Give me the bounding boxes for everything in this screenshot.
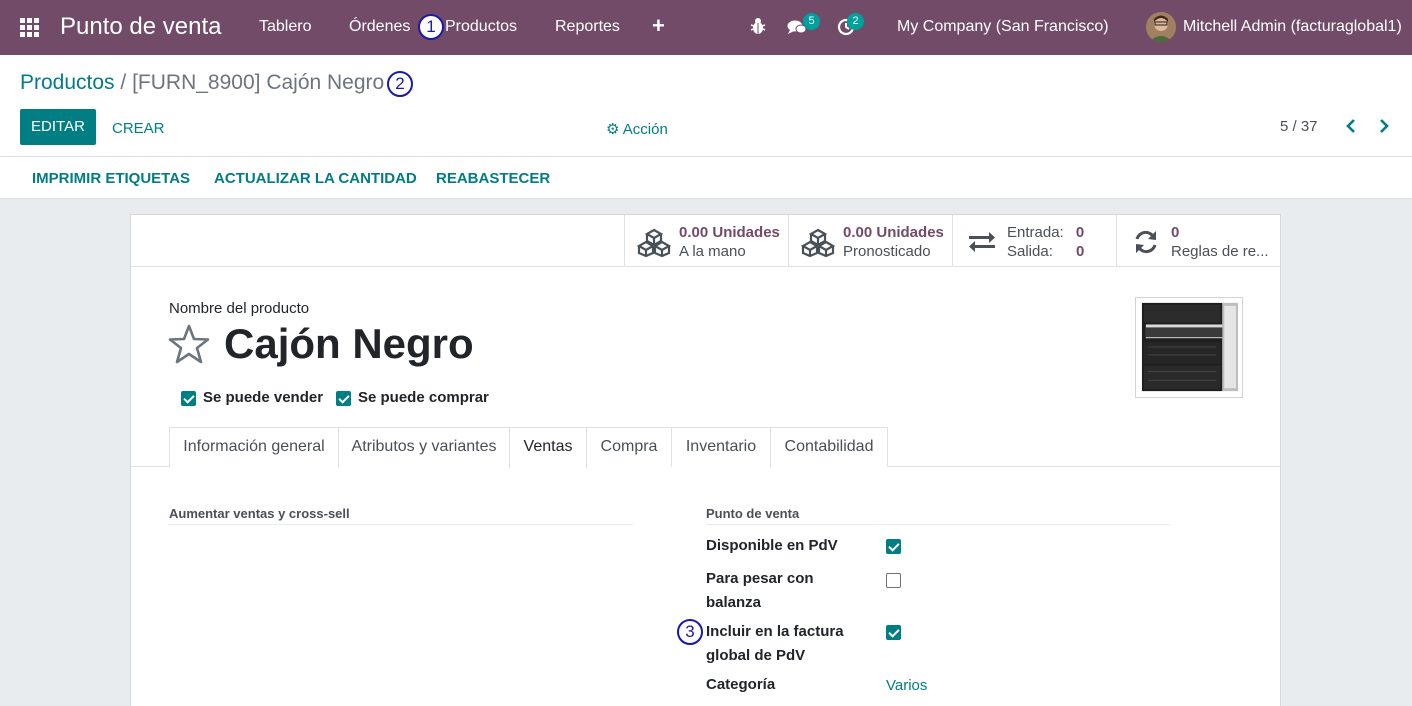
rules-value: 0 [1171,224,1180,241]
on-hand-label: A la mano [679,243,746,260]
menu-ordenes[interactable]: Órdenes [349,18,410,36]
out-label: Salida: [1007,243,1053,260]
control-panel: Productos / [FURN_8900] Cajón Negro 2 ED… [0,55,1412,157]
forecast-label: Pronosticado [843,243,931,260]
tab-compra[interactable]: Compra [586,427,672,467]
gear-icon: ⚙ [606,121,620,138]
tab-ventas[interactable]: Ventas [509,427,587,468]
form-sheet: 0.00 Unidades A la mano 0.00 Unidades Pr… [130,214,1281,706]
messages-count-badge: 5 [803,13,820,30]
can-be-sold-label[interactable]: Se puede vender [203,389,323,406]
menu-productos[interactable]: Productos [445,18,517,36]
exchange-arrows-icon [969,232,995,252]
upsell-section-title: Aumentar ventas y cross-sell [169,506,350,521]
menu-reportes[interactable]: Reportes [555,18,620,36]
product-name[interactable]: Cajón Negro [224,320,474,368]
update-quantity-button[interactable]: ACTUALIZAR LA CANTIDAD [214,170,417,187]
apps-menu-icon[interactable] [20,18,40,37]
activities-count-badge: 2 [847,13,864,30]
tab-contabilidad[interactable]: Contabilidad [770,427,888,467]
in-label: Entrada: [1007,224,1064,241]
menu-tablero[interactable]: Tablero [259,18,311,36]
action-menu[interactable]: ⚙ Acción [606,120,668,138]
forecast-value: 0.00 Unidades [843,224,944,241]
pager-next-icon[interactable] [1375,115,1393,137]
out-value: 0 [1076,243,1085,260]
refresh-icon [1135,230,1157,254]
breadcrumb: Productos / [FURN_8900] Cajón Negro [20,71,384,95]
breadcrumb-parent[interactable]: Productos [20,71,115,94]
on-hand-value: 0.00 Unidades [679,224,780,241]
can-be-purchased-label[interactable]: Se puede comprar [358,389,489,406]
upsell-section-divider [169,524,633,525]
to-weigh-label-line1: Para pesar con [706,570,814,587]
app-brand[interactable]: Punto de venta [60,13,221,41]
stat-on-hand[interactable]: 0.00 Unidades A la mano [624,215,788,267]
breadcrumb-separator: / [120,71,127,94]
category-value-link[interactable]: Varios [886,677,927,694]
out-row: Salida: 0 [1007,243,1084,260]
stat-in-out[interactable]: Entrada: 0 Salida: 0 [952,215,1116,267]
stat-forecast[interactable]: 0.00 Unidades Pronosticado [788,215,952,267]
action-bar: IMPRIMIR ETIQUETAS ACTUALIZAR LA CANTIDA… [0,157,1412,199]
action-label: Acción [622,121,668,138]
product-image[interactable] [1135,297,1243,398]
pager-value[interactable]: 5 / 37 [1280,118,1318,135]
annotation-marker-3: 3 [677,619,703,645]
product-name-label: Nombre del producto [169,300,310,317]
pos-section-divider [706,524,1170,525]
tab-inventario[interactable]: Inventario [671,427,771,467]
global-invoice-label-line1: Incluir en la factura [706,623,844,640]
rules-label: Reglas de re... [1171,243,1269,260]
cubes-icon [801,228,835,257]
pager-previous-icon[interactable] [1342,115,1360,137]
available-in-pos-label: Disponible en PdV [706,537,838,554]
cubes-icon [637,228,671,257]
plus-icon[interactable]: + [652,13,665,39]
replenish-button[interactable]: REABASTECER [436,170,550,187]
smart-buttons: 0.00 Unidades A la mano 0.00 Unidades Pr… [131,215,1280,267]
breadcrumb-current: [FURN_8900] Cajón Negro [132,71,385,94]
tab-atributos-variantes[interactable]: Atributos y variantes [338,427,510,467]
annotation-marker-1: 1 [418,14,444,40]
edit-button[interactable]: EDITAR [20,109,96,145]
user-menu[interactable]: Mitchell Admin (facturaglobal1) [1183,18,1402,36]
pos-section-title: Punto de venta [706,506,800,521]
can-be-sold-checkbox[interactable] [181,391,196,406]
to-weigh-label-line2: balanza [706,594,762,611]
stat-reorder-rules[interactable]: 0 Reglas de re... [1116,215,1280,267]
available-in-pos-checkbox[interactable] [886,539,901,554]
print-labels-button[interactable]: IMPRIMIR ETIQUETAS [32,170,190,187]
category-label: Categoría [706,676,776,693]
to-weigh-checkbox[interactable] [886,573,901,588]
in-row: Entrada: 0 [1007,224,1084,241]
company-switcher[interactable]: My Company (San Francisco) [897,18,1109,36]
global-invoice-label-line2: global de PdV [706,647,806,664]
in-value: 0 [1075,224,1085,241]
annotation-marker-2: 2 [387,71,413,97]
debug-bug-icon[interactable] [750,17,766,35]
tab-informacion-general[interactable]: Información general [169,427,339,467]
global-invoice-label: Incluir en la factura global de PdV [706,620,844,668]
user-avatar[interactable] [1146,12,1176,42]
top-navbar: Punto de venta Tablero Órdenes Productos… [0,0,1412,55]
can-be-purchased-checkbox[interactable] [336,391,351,406]
create-button[interactable]: CREAR [112,120,165,137]
global-invoice-checkbox[interactable] [886,625,901,640]
favorite-star-icon[interactable] [168,323,210,365]
to-weigh-label: Para pesar con balanza [706,567,814,615]
